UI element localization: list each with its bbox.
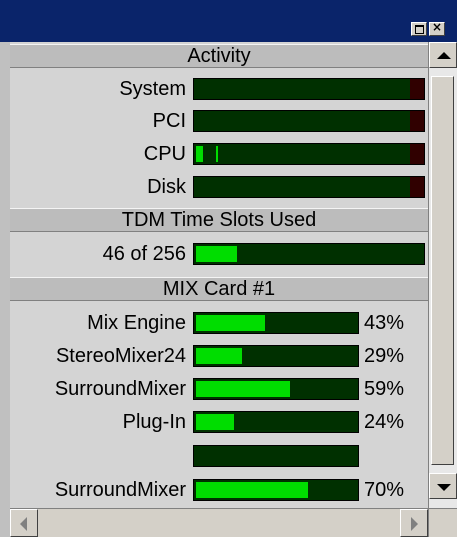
horizontal-scrollbar[interactable] [10,508,428,537]
surroundmixer-2-percent: 70% [364,479,405,501]
mix-label-empty [10,444,186,468]
surroundmixer-2-meter-fill [196,482,308,498]
scroll-up-button[interactable] [429,42,457,68]
activity-header: Activity [10,44,428,68]
vertical-scrollbar[interactable] [428,42,457,508]
scroll-down-button[interactable] [429,473,457,499]
arrow-right-icon [411,517,418,531]
plug-in-meter-fill [196,414,234,430]
activity-label-cpu: CPU [143,143,186,165]
arrow-up-icon [437,52,451,59]
arrow-left-icon [20,517,27,531]
system-meter-peak [410,79,424,99]
stereomixer24-percent: 29% [364,345,405,367]
scroll-left-button[interactable] [10,509,38,537]
system-meter [193,78,425,100]
pci-meter [193,110,425,132]
tdm-header: TDM Time Slots Used [10,208,428,232]
title-bar[interactable]: × [0,0,457,43]
mix-label-surroundmixer: SurroundMixer [54,378,186,400]
cpu-meter-fill [196,146,203,162]
cpu-meter-peak [410,144,424,164]
activity-label-system: System [119,78,186,100]
tdm-meter-fill [196,246,237,262]
disk-meter [193,176,425,198]
mix-engine-meter [193,312,359,334]
resize-corner[interactable] [428,508,457,537]
monitor-window: × Activity System PCI CPU Disk TDM Time … [0,0,457,537]
activity-label-pci: PCI [152,110,186,132]
maximize-button[interactable] [411,22,427,36]
left-border [0,42,10,537]
surroundmixer-meter [193,378,359,400]
close-icon: × [431,20,443,34]
cpu-meter [193,143,425,165]
pci-meter-peak [410,111,424,131]
arrow-down-icon [437,484,451,491]
mix-label-stereomixer24: StereoMixer24 [55,345,186,367]
mix-label-surroundmixer-2: SurroundMixer [54,479,186,501]
surroundmixer-meter-fill [196,381,290,397]
close-button[interactable]: × [429,20,445,36]
mix-header: MIX Card #1 [10,277,428,301]
stereomixer24-meter [193,345,359,367]
empty-meter [193,445,359,467]
disk-meter-peak [410,177,424,197]
scroll-right-button[interactable] [400,509,428,537]
stereomixer24-meter-fill [196,348,242,364]
cpu-meter-tick [216,146,218,162]
tdm-meter [193,243,425,265]
plug-in-percent: 24% [364,411,405,433]
mix-label-mix-engine: Mix Engine [87,312,186,334]
meter-panel: Activity System PCI CPU Disk TDM Time Sl… [10,42,428,508]
activity-label-disk: Disk [147,176,186,198]
surroundmixer-2-meter [193,479,359,501]
mix-label-plug-in: Plug-In [122,411,186,433]
mix-engine-percent: 43% [364,312,405,334]
plug-in-meter [193,411,359,433]
vertical-scroll-thumb[interactable] [431,76,454,465]
surroundmixer-percent: 59% [364,378,405,400]
tdm-value-text: 46 of 256 [102,243,186,265]
mix-engine-meter-fill [196,315,265,331]
